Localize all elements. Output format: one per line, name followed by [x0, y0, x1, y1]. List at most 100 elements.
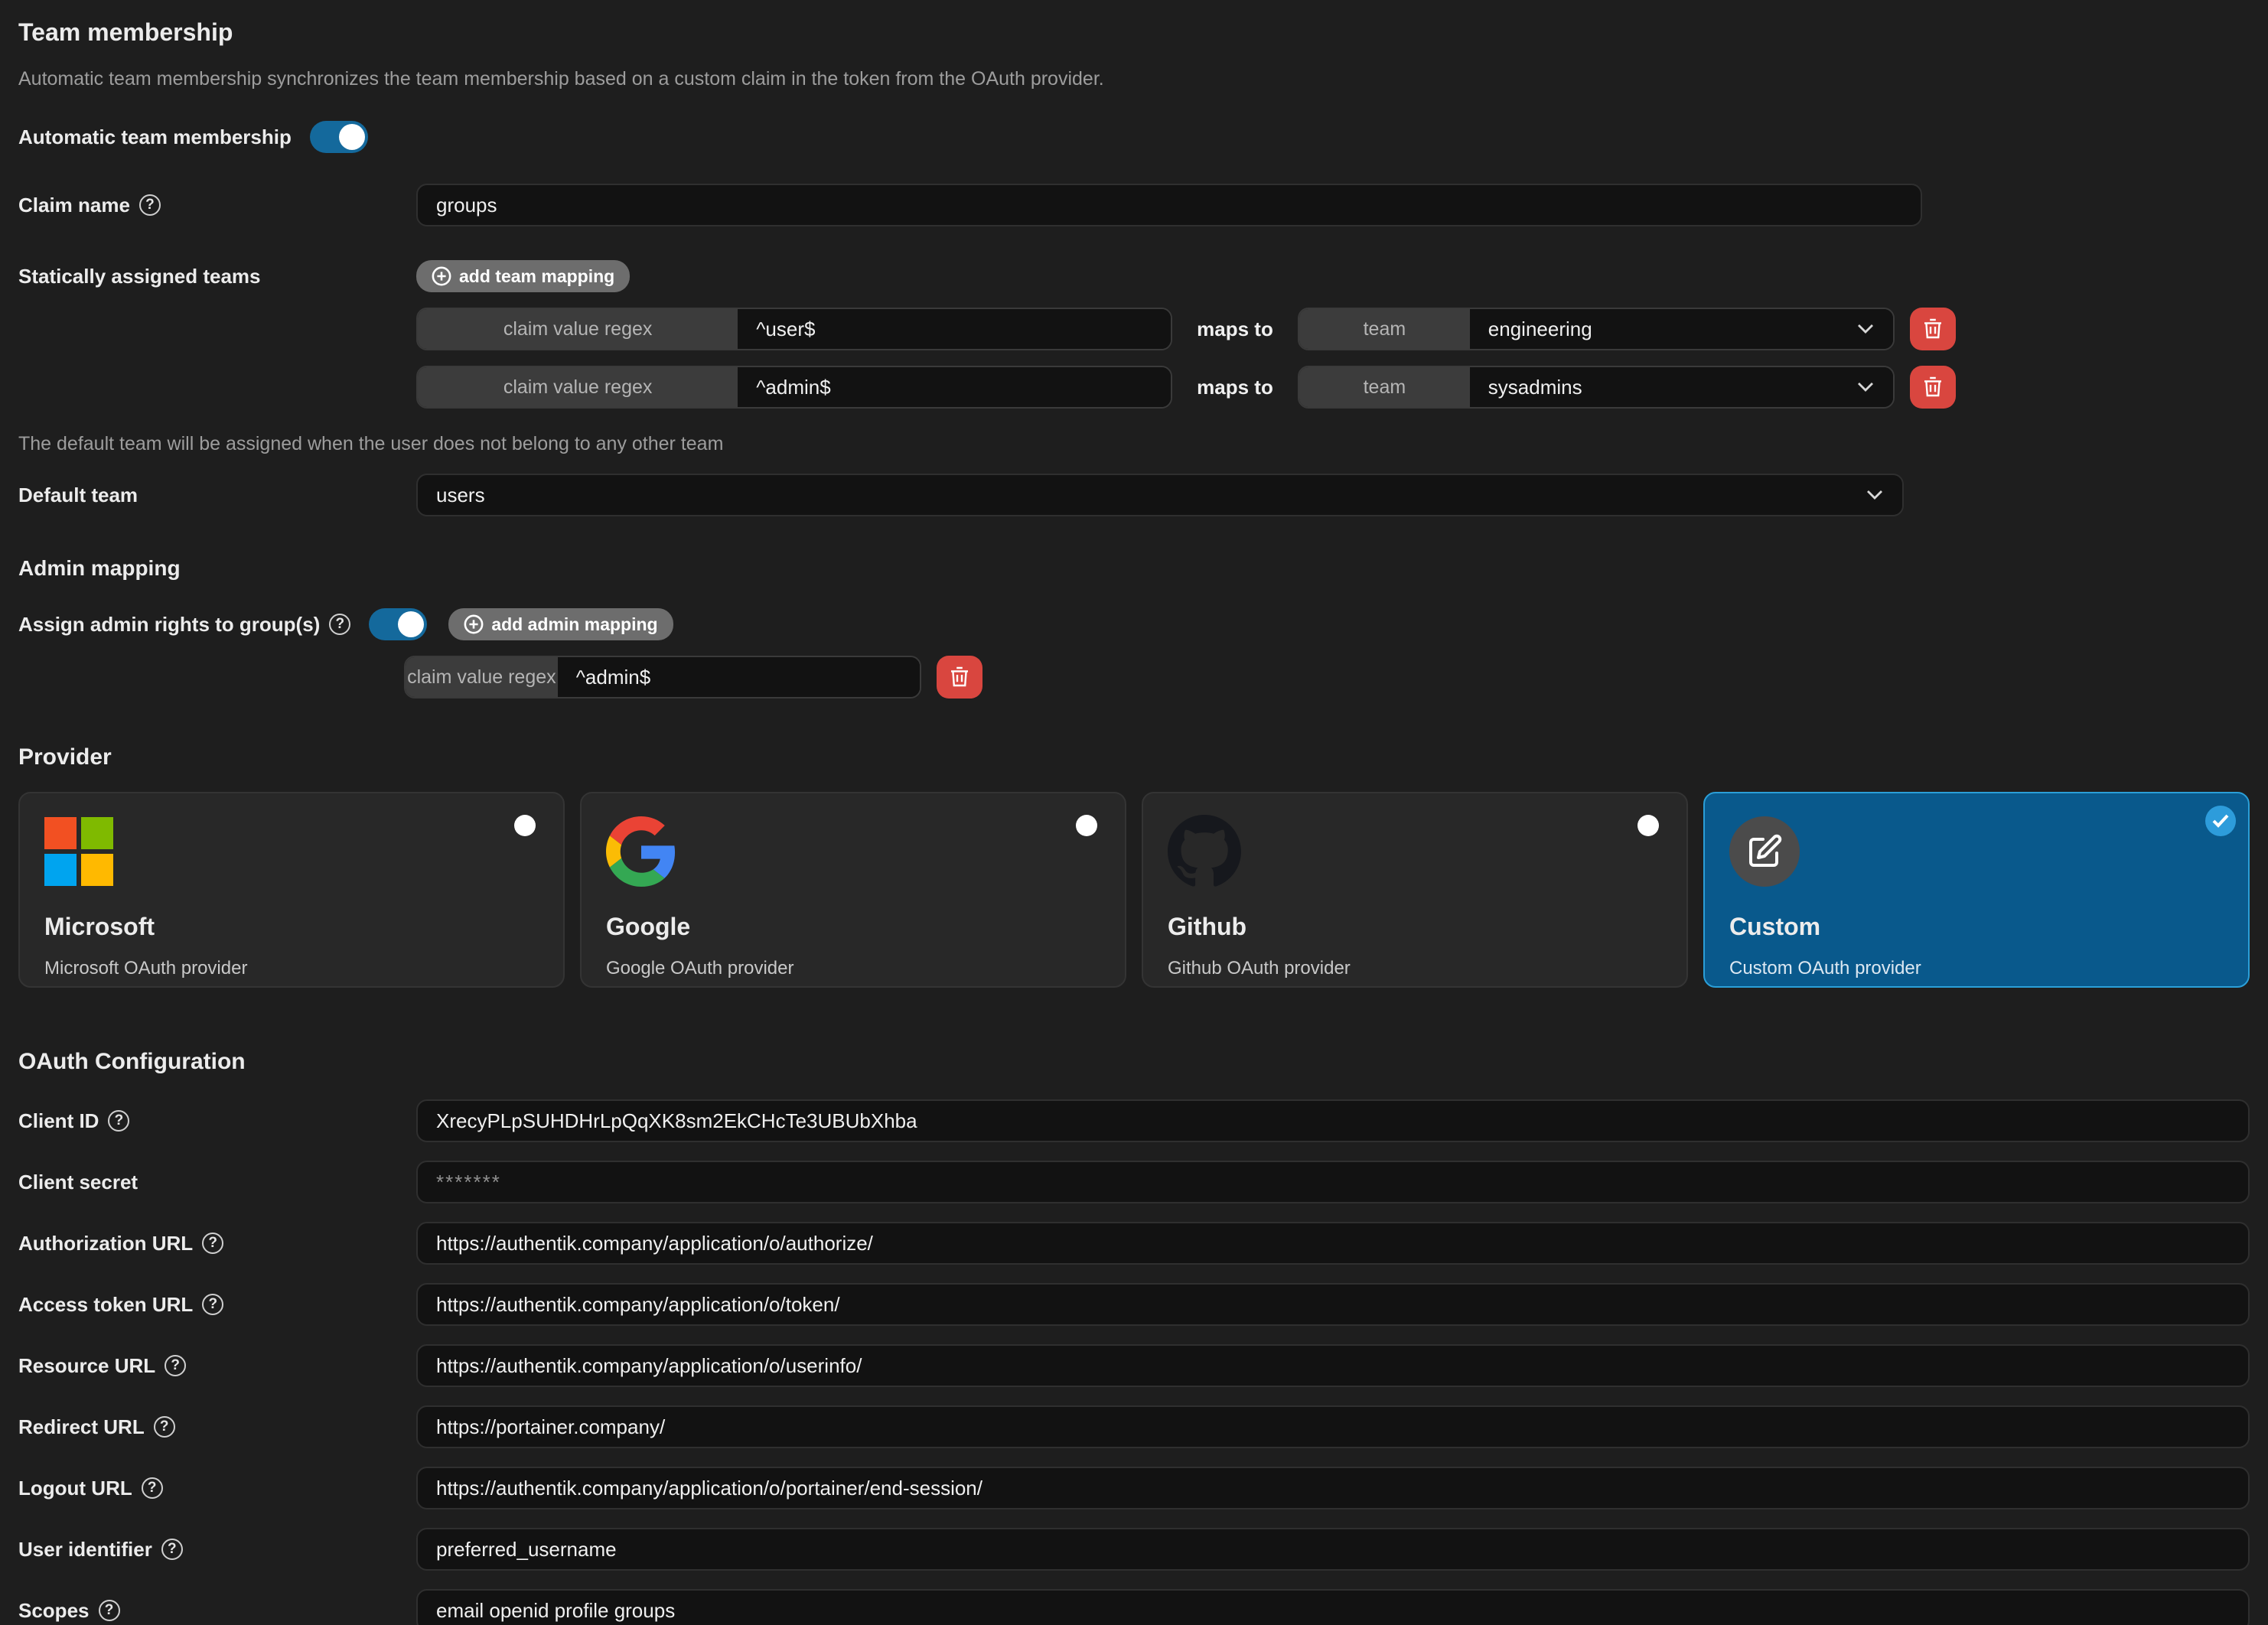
claim-value-regex-input[interactable] — [738, 309, 1171, 349]
radio-icon[interactable] — [1076, 815, 1097, 836]
team-addon: team — [1299, 309, 1470, 349]
help-icon[interactable] — [142, 1477, 163, 1499]
claim-value-regex-addon: claim value regex — [406, 657, 558, 697]
redirect-url-label: Redirect URL — [18, 1415, 145, 1439]
provider-card-github[interactable]: Github Github OAuth provider — [1142, 792, 1688, 988]
authorization-url-input[interactable] — [416, 1222, 2250, 1265]
delete-admin-mapping-button[interactable] — [937, 656, 982, 699]
trash-icon — [950, 666, 969, 688]
help-icon[interactable] — [139, 194, 161, 216]
maps-to-label: maps to — [1188, 376, 1282, 399]
provider-card-subtitle: Github OAuth provider — [1168, 958, 1662, 979]
chevron-down-icon — [1856, 381, 1875, 393]
oauth-settings-page: Team membership Automatic team membershi… — [0, 0, 2268, 1625]
default-team-select[interactable]: users — [416, 474, 1904, 516]
resource-url-label: Resource URL — [18, 1354, 155, 1378]
oauth-field-row: Access token URL — [18, 1283, 2250, 1326]
admin-mapping-row: claim value regex — [404, 656, 2250, 699]
claim-name-label: Claim name — [18, 194, 130, 217]
oauth-field-row: Redirect URL — [18, 1405, 2250, 1448]
assign-admin-rights-label: Assign admin rights to group(s) — [18, 613, 320, 637]
team-select-value: engineering — [1488, 318, 1592, 341]
github-logo-icon — [1168, 815, 1241, 888]
scopes-input[interactable] — [416, 1589, 2250, 1625]
help-icon[interactable] — [329, 614, 350, 635]
oauth-field-row: Scopes — [18, 1589, 2250, 1625]
team-membership-description: Automatic team membership synchronizes t… — [18, 68, 2250, 90]
plus-circle-icon — [432, 266, 451, 286]
redirect-url-input[interactable] — [416, 1405, 2250, 1448]
resource-url-input[interactable] — [416, 1344, 2250, 1387]
help-icon[interactable] — [202, 1294, 223, 1315]
plus-circle-icon — [464, 614, 484, 634]
team-membership-heading: Team membership — [18, 18, 2250, 47]
access-token-url-input[interactable] — [416, 1283, 2250, 1326]
logout-url-input[interactable] — [416, 1467, 2250, 1509]
team-mapping-row: claim value regex maps to team engineeri… — [416, 308, 1956, 350]
user-identifier-label: User identifier — [18, 1538, 152, 1561]
provider-card-microsoft[interactable]: Microsoft Microsoft OAuth provider — [18, 792, 565, 988]
oauth-field-row: Authorization URL — [18, 1222, 2250, 1265]
provider-card-title: Custom — [1729, 913, 2224, 941]
help-icon[interactable] — [108, 1110, 129, 1132]
trash-icon — [1923, 318, 1943, 340]
client-id-input[interactable] — [416, 1099, 2250, 1142]
provider-card-title: Github — [1168, 913, 1662, 941]
team-addon: team — [1299, 367, 1470, 407]
delete-team-mapping-button[interactable] — [1910, 366, 1956, 409]
provider-card-title: Google — [606, 913, 1100, 941]
toggle-knob — [398, 611, 424, 637]
statically-assigned-teams-label: Statically assigned teams — [18, 265, 260, 288]
chevron-down-icon — [1856, 323, 1875, 335]
help-icon[interactable] — [154, 1416, 175, 1438]
provider-heading: Provider — [18, 744, 2250, 770]
oauth-field-row: Client ID — [18, 1099, 2250, 1142]
automatic-team-membership-label: Automatic team membership — [18, 125, 292, 149]
toggle-knob — [339, 124, 365, 150]
radio-icon[interactable] — [514, 815, 536, 836]
provider-card-subtitle: Google OAuth provider — [606, 958, 1100, 979]
user-identifier-input[interactable] — [416, 1528, 2250, 1571]
selected-check-icon — [2205, 806, 2236, 836]
delete-team-mapping-button[interactable] — [1910, 308, 1956, 350]
assign-admin-rights-toggle[interactable] — [369, 608, 427, 640]
maps-to-label: maps to — [1188, 318, 1282, 341]
team-select[interactable]: sysadmins — [1470, 367, 1893, 407]
claim-value-regex-addon: claim value regex — [418, 309, 738, 349]
help-icon[interactable] — [202, 1233, 223, 1254]
add-team-mapping-label: add team mapping — [459, 266, 614, 287]
provider-card-title: Microsoft — [44, 913, 539, 941]
team-select-value: sysadmins — [1488, 376, 1582, 399]
team-mapping-row: claim value regex maps to team sysadmins — [416, 366, 1956, 409]
access-token-url-label: Access token URL — [18, 1293, 193, 1317]
admin-claim-value-regex-input[interactable] — [558, 657, 920, 697]
default-team-value: users — [436, 484, 485, 507]
help-icon[interactable] — [161, 1539, 183, 1560]
default-team-note: The default team will be assigned when t… — [18, 433, 2250, 455]
scopes-label: Scopes — [18, 1599, 90, 1623]
trash-icon — [1923, 376, 1943, 398]
claim-name-input[interactable] — [416, 184, 1922, 226]
chevron-down-icon — [1866, 489, 1884, 501]
automatic-team-membership-toggle[interactable] — [310, 121, 368, 153]
help-icon[interactable] — [99, 1600, 120, 1621]
add-admin-mapping-button[interactable]: add admin mapping — [448, 608, 673, 640]
radio-icon[interactable] — [1637, 815, 1659, 836]
authorization-url-label: Authorization URL — [18, 1232, 193, 1255]
provider-card-custom[interactable]: Custom Custom OAuth provider — [1703, 792, 2250, 988]
pen-square-icon — [1746, 833, 1783, 870]
team-select[interactable]: engineering — [1470, 309, 1893, 349]
help-icon[interactable] — [165, 1355, 186, 1376]
add-admin-mapping-label: add admin mapping — [491, 614, 657, 635]
provider-card-google[interactable]: Google Google OAuth provider — [580, 792, 1126, 988]
oauth-field-row: User identifier — [18, 1528, 2250, 1571]
oauth-configuration-heading: OAuth Configuration — [18, 1049, 2250, 1075]
oauth-field-row: Client secret — [18, 1161, 2250, 1203]
logout-url-label: Logout URL — [18, 1477, 132, 1500]
client-secret-input[interactable] — [416, 1161, 2250, 1203]
admin-mapping-heading: Admin mapping — [18, 556, 2250, 581]
add-team-mapping-button[interactable]: add team mapping — [416, 260, 630, 292]
claim-value-regex-input[interactable] — [738, 367, 1171, 407]
google-logo-icon — [606, 816, 676, 887]
provider-card-subtitle: Custom OAuth provider — [1729, 958, 2224, 979]
